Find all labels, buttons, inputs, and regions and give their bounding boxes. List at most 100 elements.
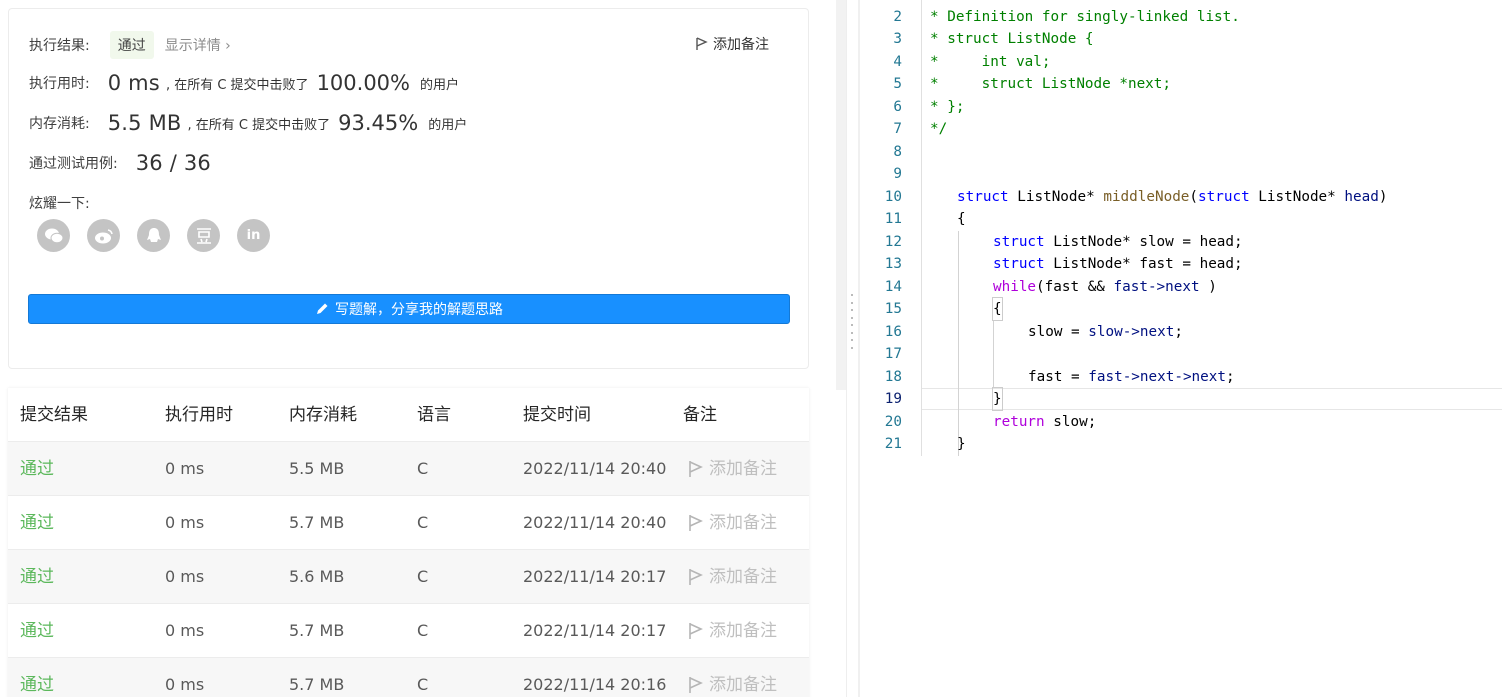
- line-number: 12: [884, 234, 902, 250]
- lang-cell: C: [417, 621, 429, 640]
- time-value: 0 ms: [107, 71, 160, 95]
- tests-label: 通过测试用例:: [29, 156, 118, 172]
- code-line-10: struct ListNode* middleNode(struct ListN…: [957, 189, 1388, 205]
- submitted-cell: 2022/11/14 20:17: [523, 621, 667, 640]
- add-note-label: 添加备注: [709, 513, 777, 533]
- memory-beat-text: , 在所有 C 提交中击败了: [187, 117, 331, 133]
- add-note-label: 添加备注: [709, 675, 777, 695]
- table-row[interactable]: 通过 0 ms 5.7 MB C 2022/11/14 20:40 添加备注: [8, 495, 809, 549]
- add-note-cell[interactable]: 添加备注: [687, 658, 777, 697]
- time-users-text: 的用户: [420, 77, 460, 93]
- time-percentile: 100.00%: [316, 71, 410, 95]
- status-cell[interactable]: 通过: [20, 658, 54, 697]
- share-label: 炫耀一下:: [29, 196, 90, 212]
- share-row-label: 炫耀一下:: [29, 193, 90, 213]
- pencil-icon: [317, 303, 328, 314]
- indent-guide: [958, 231, 959, 456]
- wechat-icon[interactable]: [37, 219, 70, 252]
- tests-row: 通过测试用例: 36 / 36: [29, 151, 211, 175]
- time-cell: 0 ms: [165, 621, 205, 640]
- lang-cell: C: [417, 513, 429, 532]
- code-line-2: * Definition for singly-linked list.: [930, 9, 1240, 25]
- lang-cell: C: [417, 567, 429, 586]
- chevron-right-icon: ›: [225, 38, 231, 54]
- line-number: 21: [884, 436, 902, 452]
- col-status-header[interactable]: 提交结果: [20, 388, 88, 442]
- add-note-cell[interactable]: 添加备注: [687, 496, 777, 550]
- tests-value: 36 / 36: [135, 151, 211, 175]
- line-number: 7: [893, 121, 902, 137]
- time-cell: 0 ms: [165, 567, 205, 586]
- lang-cell: C: [417, 675, 429, 694]
- code-line-18: fast = fast->next->next;: [1028, 369, 1235, 385]
- code-editor[interactable]: 2 3 4 5 6 7 8 9 10 11 12 13 14 15 16 17 …: [862, 0, 1502, 697]
- code-line-6: * };: [930, 99, 965, 115]
- table-row[interactable]: 通过 0 ms 5.6 MB C 2022/11/14 20:17 添加备注: [8, 549, 809, 603]
- linkedin-icon[interactable]: in: [237, 219, 270, 252]
- time-beat-text: , 在所有 C 提交中击败了: [165, 77, 309, 93]
- memory-cell: 5.5 MB: [289, 459, 345, 478]
- status-cell[interactable]: 通过: [20, 442, 54, 496]
- submission-panel: 执行结果: 通过 显示详情 › 添加备注 执行用时: 0 ms , 在所有 C …: [0, 0, 836, 697]
- code-line-12: struct ListNode* slow = head;: [993, 234, 1243, 250]
- submitted-cell: 2022/11/14 20:17: [523, 567, 667, 586]
- line-number: 11: [884, 211, 902, 227]
- line-number: 16: [884, 324, 902, 340]
- code-line-21: }: [957, 436, 966, 452]
- memory-label: 内存消耗:: [29, 116, 90, 132]
- line-number: 14: [884, 279, 902, 295]
- indent-guide: [993, 321, 994, 388]
- table-row[interactable]: 通过 0 ms 5.5 MB C 2022/11/14 20:40 添加备注: [8, 441, 809, 495]
- editor-border: [858, 0, 860, 697]
- line-number: 18: [884, 369, 902, 385]
- status-cell[interactable]: 通过: [20, 550, 54, 604]
- line-number: 4: [893, 54, 902, 70]
- add-note-label: 添加备注: [709, 567, 777, 587]
- douban-icon[interactable]: [187, 219, 220, 252]
- code-line-13: struct ListNode* fast = head;: [993, 256, 1243, 272]
- panel-divider: [846, 0, 847, 697]
- add-note-label: 添加备注: [709, 621, 777, 641]
- line-number: 15: [884, 301, 902, 317]
- show-detail-link[interactable]: 显示详情 ›: [165, 35, 231, 55]
- submitted-cell: 2022/11/14 20:16: [523, 675, 667, 694]
- time-cell: 0 ms: [165, 675, 205, 694]
- code-line-19: }: [992, 387, 1003, 411]
- lang-cell: C: [417, 459, 429, 478]
- write-solution-button[interactable]: 写题解，分享我的解题思路: [28, 294, 790, 324]
- col-note-header: 备注: [683, 405, 717, 425]
- col-submitted-header[interactable]: 提交时间: [523, 388, 591, 442]
- app-root: 执行结果: 通过 显示详情 › 添加备注 执行用时: 0 ms , 在所有 C …: [0, 0, 1502, 697]
- exec-result-row: 执行结果: 通过 显示详情 ›: [29, 31, 231, 59]
- line-number: 10: [884, 189, 902, 205]
- time-row: 执行用时: 0 ms , 在所有 C 提交中击败了 100.00% 的用户: [29, 71, 459, 95]
- add-note-cell[interactable]: 添加备注: [687, 442, 777, 496]
- code-line-16: slow = slow->next;: [1028, 324, 1183, 340]
- panel-scrollbar[interactable]: [836, 0, 846, 390]
- add-note-label: 添加备注: [713, 37, 769, 53]
- table-row[interactable]: 通过 0 ms 5.7 MB C 2022/11/14 20:17 添加备注: [8, 603, 809, 657]
- add-note-cell[interactable]: 添加备注: [687, 550, 777, 604]
- qq-icon[interactable]: [137, 219, 170, 252]
- code-line-15: {: [992, 297, 1003, 321]
- col-lang-header[interactable]: 语言: [417, 388, 451, 442]
- submitted-cell: 2022/11/14 20:40: [523, 513, 667, 532]
- weibo-icon[interactable]: [87, 219, 120, 252]
- col-memory-header[interactable]: 内存消耗: [289, 388, 357, 442]
- add-note-cell[interactable]: 添加备注: [687, 604, 777, 658]
- status-badge: 通过: [109, 31, 154, 59]
- resize-handle[interactable]: [851, 294, 854, 349]
- table-row[interactable]: 通过 0 ms 5.7 MB C 2022/11/14 20:16 添加备注: [8, 657, 809, 697]
- memory-percentile: 93.45%: [338, 111, 419, 135]
- line-number: 6: [893, 99, 902, 115]
- time-cell: 0 ms: [165, 513, 205, 532]
- status-cell[interactable]: 通过: [20, 496, 54, 550]
- col-time-header[interactable]: 执行用时: [165, 388, 233, 442]
- status-cell[interactable]: 通过: [20, 604, 54, 658]
- line-number: 3: [893, 31, 902, 47]
- add-note-button[interactable]: 添加备注: [695, 34, 769, 54]
- line-number: 2: [893, 9, 902, 25]
- line-number: 20: [884, 414, 902, 430]
- memory-value: 5.5 MB: [107, 111, 182, 135]
- flag-icon: [689, 677, 703, 693]
